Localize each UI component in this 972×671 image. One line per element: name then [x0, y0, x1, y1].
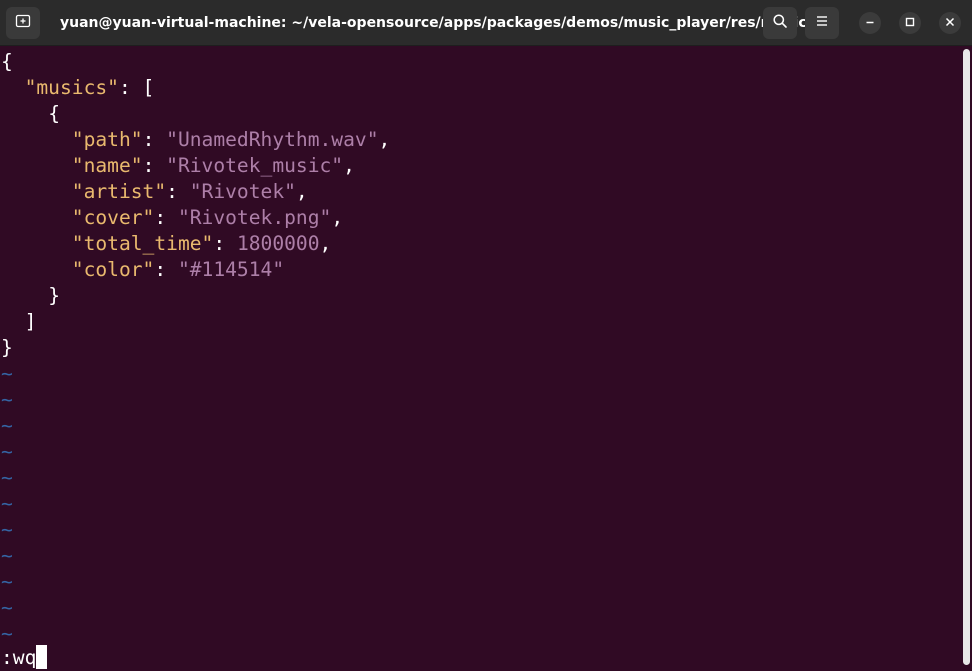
- search-button[interactable]: [763, 7, 797, 39]
- array-open: : [: [118, 76, 155, 99]
- close-icon: [945, 14, 955, 32]
- field-key: "artist": [71, 180, 167, 203]
- field-line-path: "path": "UnamedRhythm.wav",: [71, 128, 391, 151]
- empty-line-marker: ~: [1, 440, 13, 463]
- empty-line-marker: ~: [1, 362, 13, 385]
- field-line-artist: "artist": "Rivotek",: [71, 180, 308, 203]
- search-icon: [772, 13, 788, 34]
- field-value: "Rivotek": [189, 180, 296, 203]
- object-open: {: [48, 102, 60, 125]
- field-value: "#114514": [177, 258, 285, 281]
- field-value: "UnamedRhythm.wav": [166, 128, 379, 151]
- field-line-cover: "cover": "Rivotek.png",: [71, 206, 344, 229]
- open-brace: {: [1, 50, 13, 73]
- maximize-icon: [905, 14, 915, 32]
- minimize-button[interactable]: [859, 12, 881, 34]
- menu-button[interactable]: [805, 7, 839, 39]
- text-cursor: [36, 645, 48, 669]
- field-value: "Rivotek.png": [177, 206, 332, 229]
- empty-line-marker: ~: [1, 596, 13, 619]
- command-text: :wq: [1, 646, 37, 669]
- empty-line-marker: ~: [1, 414, 13, 437]
- field-key: "total_time": [71, 232, 214, 255]
- empty-line-marker: ~: [1, 544, 13, 567]
- empty-line-marker: ~: [1, 622, 13, 645]
- new-tab-icon: [15, 13, 31, 34]
- scrollbar[interactable]: [961, 46, 972, 671]
- close-button[interactable]: [939, 12, 961, 34]
- close-brace: }: [1, 336, 13, 359]
- field-line-color: "color": "#114514": [71, 258, 285, 281]
- code-line: }: [1, 335, 13, 361]
- empty-line-marker: ~: [1, 570, 13, 593]
- terminal-window: yuan@yuan-virtual-machine: ~/vela-openso…: [0, 0, 972, 671]
- empty-line-marker: ~: [1, 492, 13, 515]
- minimize-icon: [865, 14, 875, 32]
- code-line: {: [1, 101, 60, 127]
- terminal-content[interactable]: { "musics": [ { "path": "UnamedRhythm.wa…: [0, 46, 960, 671]
- musics-key: "musics": [24, 76, 119, 99]
- array-close: ]: [24, 310, 37, 333]
- field-key: "name": [71, 154, 143, 177]
- code-line: ]: [1, 309, 37, 335]
- field-key: "path": [71, 128, 143, 151]
- empty-line-marker: ~: [1, 518, 13, 541]
- field-line-total-time: "total_time": 1800000,: [71, 232, 332, 255]
- field-key: "cover": [71, 206, 155, 229]
- scrollbar-thumb[interactable]: [963, 49, 970, 665]
- new-tab-button[interactable]: [6, 7, 40, 39]
- field-line-name: "name": "Rivotek_music",: [71, 154, 355, 177]
- code-line: {: [1, 49, 13, 75]
- maximize-button[interactable]: [899, 12, 921, 34]
- field-value: 1800000: [236, 232, 320, 255]
- command-line[interactable]: :wq: [1, 645, 48, 671]
- code-line: "musics": [: [1, 75, 155, 101]
- object-close: }: [48, 284, 60, 307]
- window-title: yuan@yuan-virtual-machine: ~/vela-openso…: [60, 15, 815, 31]
- hamburger-menu-icon: [815, 14, 829, 32]
- header-bar: yuan@yuan-virtual-machine: ~/vela-openso…: [0, 0, 972, 46]
- field-key: "color": [71, 258, 155, 281]
- field-value: "Rivotek_music": [166, 154, 344, 177]
- code-line: }: [1, 283, 60, 309]
- empty-line-marker: ~: [1, 466, 13, 489]
- empty-line-marker: ~: [1, 388, 13, 411]
